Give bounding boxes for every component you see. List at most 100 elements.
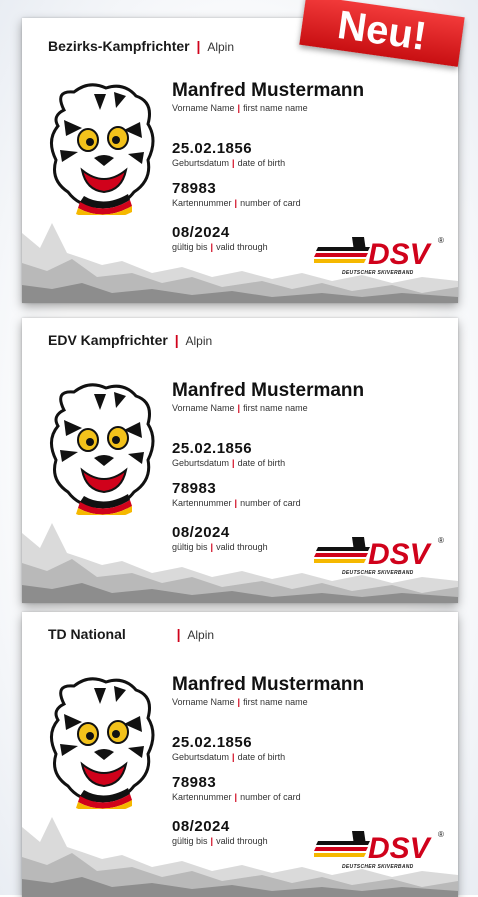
card-number-label-en: number of card <box>240 792 301 802</box>
card-number-label: Kartennummer | number of card <box>172 498 301 508</box>
header-separator: | <box>174 332 179 348</box>
card-number-label-en: number of card <box>240 498 301 508</box>
dsv-logo-icon: DSV ® <box>314 236 444 271</box>
label-separator: | <box>237 697 241 707</box>
name-label: Vorname Name | first name name <box>172 403 364 413</box>
card-number-label-de: Kartennummer <box>172 198 232 208</box>
dsv-logo-text: DSV <box>368 832 433 865</box>
name-label-en: first name name <box>243 103 308 113</box>
tiger-mascot-icon <box>50 677 155 809</box>
role-title: EDV Kampfrichter <box>48 332 168 348</box>
label-separator: | <box>234 498 238 508</box>
name-label-en: first name name <box>243 403 308 413</box>
dob-label-de: Geburtsdatum <box>172 458 230 468</box>
dob-field: 25.02.1856 Geburtsdatum | date of birth <box>172 734 285 762</box>
referee-card: EDV Kampfrichter | Alpin Manfred Musterm… <box>22 318 458 603</box>
valid-label-de: gültig bis <box>172 542 208 552</box>
dob-label-en: date of birth <box>237 458 286 468</box>
svg-text:®: ® <box>438 536 444 545</box>
dob-label-de: Geburtsdatum <box>172 158 230 168</box>
card-number-field: 78983 Kartennummer | number of card <box>172 480 301 508</box>
dob-label-en: date of birth <box>237 752 286 762</box>
name-field: Manfred Mustermann Vorname Name | first na… <box>172 674 364 707</box>
card-header: Bezirks-Kampfrichter | Alpin <box>48 38 234 54</box>
card-number-field: 78983 Kartennummer | number of card <box>172 180 301 208</box>
name-label-de: Vorname Name <box>172 403 235 413</box>
dob-label: Geburtsdatum | date of birth <box>172 752 285 762</box>
header-separator: | <box>176 626 181 642</box>
discipline: Alpin <box>185 334 213 348</box>
label-separator: | <box>210 242 214 252</box>
label-separator: | <box>237 103 241 113</box>
discipline: Alpin <box>187 628 215 642</box>
name-label: Vorname Name | first name name <box>172 103 364 113</box>
dsv-logo-subtitle: DEUTSCHER SKIVERBAND <box>342 570 414 576</box>
name-label: Vorname Name | first name name <box>172 697 364 707</box>
label-separator: | <box>210 836 214 846</box>
card-number-label-en: number of card <box>240 198 301 208</box>
name-label-en: first name name <box>243 697 308 707</box>
card-number-label: Kartennummer | number of card <box>172 198 301 208</box>
date-of-birth: 25.02.1856 <box>172 734 253 751</box>
valid-label-en: valid through <box>216 542 268 552</box>
dsv-logo-icon: DSV ® <box>314 830 444 865</box>
valid-through: 08/2024 <box>172 524 230 541</box>
valid-label-en: valid through <box>216 242 268 252</box>
dsv-logo-text: DSV <box>368 238 433 271</box>
card-number: 78983 <box>172 180 217 197</box>
role-title: TD National <box>48 626 126 642</box>
label-separator: | <box>210 542 214 552</box>
card-number-field: 78983 Kartennummer | number of card <box>172 774 301 802</box>
valid-through-field: 08/2024 gültig bis | valid through <box>172 818 268 846</box>
card-header: EDV Kampfrichter | Alpin <box>48 332 212 348</box>
name-field: Manfred Mustermann Vorname Name | first na… <box>172 380 364 413</box>
date-of-birth: 25.02.1856 <box>172 440 253 457</box>
svg-text:®: ® <box>438 236 444 245</box>
label-separator: | <box>232 458 235 468</box>
header-separator: | <box>196 38 201 54</box>
valid-label-de: gültig bis <box>172 836 208 846</box>
valid-label: gültig bis | valid through <box>172 242 268 252</box>
dsv-logo-subtitle: DEUTSCHER SKIVERBAND <box>342 864 414 870</box>
label-separator: | <box>232 158 235 168</box>
discipline: Alpin <box>207 40 234 54</box>
dob-field: 25.02.1856 Geburtsdatum | date of birth <box>172 440 285 468</box>
role-title: Bezirks-Kampfrichter <box>48 38 190 54</box>
dsv-logo-subtitle: DEUTSCHER SKIVERBAND <box>342 270 414 276</box>
holder-name: Manfred Mustermann <box>172 380 365 401</box>
dob-label-de: Geburtsdatum <box>172 752 230 762</box>
referee-card: TD National | Alpin Manfred Mustermann V… <box>22 612 458 897</box>
card-number: 78983 <box>172 480 217 497</box>
dsv-logo-icon: DSV ® <box>314 536 444 571</box>
label-separator: | <box>232 752 235 762</box>
name-label-de: Vorname Name <box>172 103 235 113</box>
tiger-mascot-icon <box>50 383 155 515</box>
valid-label-de: gültig bis <box>172 242 208 252</box>
card-number-label: Kartennummer | number of card <box>172 792 301 802</box>
label-separator: | <box>237 403 241 413</box>
valid-label: gültig bis | valid through <box>172 836 268 846</box>
valid-label-en: valid through <box>216 836 268 846</box>
referee-card: Bezirks-Kampfrichter | Alpin Manfred Mus… <box>22 18 458 303</box>
label-separator: | <box>234 792 238 802</box>
holder-name: Manfred Mustermann <box>172 674 365 695</box>
tiger-mascot-icon <box>50 83 155 215</box>
valid-through-field: 08/2024 gültig bis | valid through <box>172 524 268 552</box>
valid-through-field: 08/2024 gültig bis | valid through <box>172 224 268 252</box>
valid-through: 08/2024 <box>172 224 230 241</box>
dob-label: Geburtsdatum | date of birth <box>172 158 285 168</box>
card-header: TD National | Alpin <box>48 626 214 642</box>
valid-label: gültig bis | valid through <box>172 542 268 552</box>
valid-through: 08/2024 <box>172 818 230 835</box>
card-number-label-de: Kartennummer <box>172 498 232 508</box>
holder-name: Manfred Mustermann <box>172 80 365 101</box>
dob-field: 25.02.1856 Geburtsdatum | date of birth <box>172 140 285 168</box>
date-of-birth: 25.02.1856 <box>172 140 253 157</box>
dob-label-en: date of birth <box>237 158 286 168</box>
dsv-logo-text: DSV <box>368 538 433 571</box>
svg-text:®: ® <box>438 830 444 839</box>
name-label-de: Vorname Name <box>172 697 235 707</box>
card-number: 78983 <box>172 774 217 791</box>
card-number-label-de: Kartennummer <box>172 792 232 802</box>
dob-label: Geburtsdatum | date of birth <box>172 458 285 468</box>
